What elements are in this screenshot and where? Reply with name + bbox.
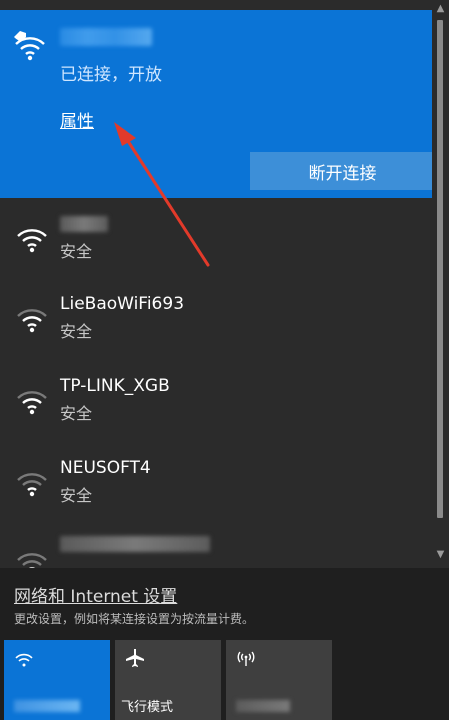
connection-status: 已连接，开放 — [60, 65, 162, 85]
network-name: LieBaoWiFi693 — [60, 294, 185, 314]
network-list-item[interactable]: NEUSOFT4 安全 — [0, 444, 432, 524]
airplane-icon — [126, 649, 144, 667]
scrollbar-thumb[interactable] — [437, 20, 443, 518]
wifi-icon — [17, 553, 47, 568]
flyout-footer: 网络和 Internet 设置 更改设置，例如将某连接设置为按流量计费。 飞行模… — [0, 568, 449, 720]
wifi-icon — [17, 229, 47, 253]
wifi-icon — [17, 309, 47, 333]
tile-label-redacted — [236, 700, 290, 712]
network-name-redacted — [60, 536, 210, 552]
airplane-mode-label: 飞行模式 — [121, 700, 174, 715]
mobile-hotspot-tile[interactable] — [226, 640, 332, 720]
network-list-item[interactable] — [0, 524, 432, 568]
network-security: 安全 — [60, 322, 93, 341]
wifi-secure-icon — [14, 31, 45, 61]
network-list-item[interactable]: TP-LINK_XGB 安全 — [0, 362, 432, 442]
network-name-redacted — [60, 216, 108, 232]
network-list-scrollbar[interactable]: ▲ ▼ — [432, 0, 449, 568]
network-list-item[interactable]: 安全 — [0, 200, 432, 280]
tile-label-redacted — [14, 700, 80, 712]
network-settings-link[interactable]: 网络和 Internet 设置 — [14, 582, 177, 607]
airplane-mode-tile[interactable]: 飞行模式 — [115, 640, 221, 720]
network-list-item[interactable]: LieBaoWiFi693 安全 — [0, 280, 432, 360]
network-security: 安全 — [60, 486, 93, 505]
wifi-icon — [17, 473, 47, 497]
connected-network-item[interactable]: 已连接，开放 属性 断开连接 — [0, 10, 435, 198]
network-flyout: 已连接，开放 属性 断开连接 安全 LieBaoWiFi693 安全 TP-LI… — [0, 0, 449, 720]
network-settings-description: 更改设置，例如将某连接设置为按流量计费。 — [14, 612, 255, 626]
network-security: 安全 — [60, 242, 93, 261]
wifi-toggle-tile[interactable] — [4, 640, 110, 720]
disconnect-button[interactable]: 断开连接 — [250, 152, 435, 190]
hotspot-icon — [237, 651, 255, 666]
network-security: 安全 — [60, 404, 93, 423]
wifi-icon — [15, 653, 33, 667]
network-name: NEUSOFT4 — [60, 458, 151, 478]
network-name: TP-LINK_XGB — [60, 376, 170, 396]
wifi-icon — [17, 391, 47, 415]
scroll-up-icon[interactable]: ▲ — [432, 2, 449, 16]
scroll-down-icon[interactable]: ▼ — [432, 548, 449, 562]
network-name-redacted — [60, 28, 152, 46]
properties-link[interactable]: 属性 — [60, 107, 94, 132]
